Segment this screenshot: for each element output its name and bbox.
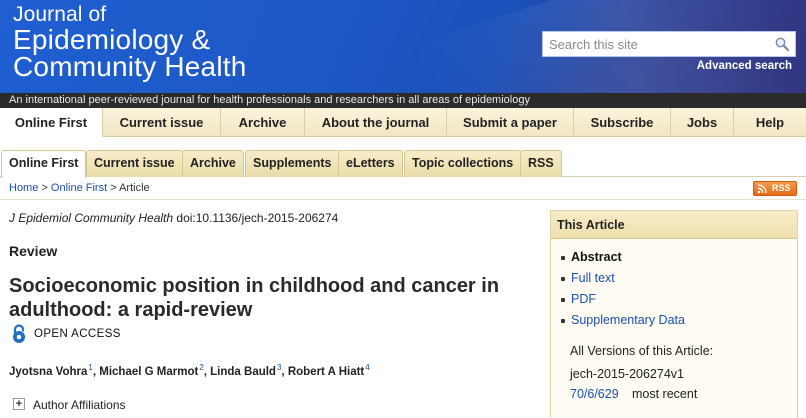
tab-supplements[interactable]: Supplements	[245, 150, 340, 177]
journal-abbreviation: J Epidemiol Community Health	[9, 211, 174, 225]
tab-current-issue[interactable]: Current issue	[86, 150, 183, 177]
version-note: most recent	[632, 387, 698, 401]
main-nav-current-issue[interactable]: Current issue	[103, 108, 221, 137]
main-nav-online-first[interactable]: Online First	[0, 108, 103, 137]
main-nav: Online First Current issue Archive About…	[0, 108, 806, 137]
tab-rss[interactable]: RSS	[520, 150, 562, 177]
content-divider	[0, 199, 806, 200]
advanced-search-link[interactable]: Advanced search	[697, 60, 792, 72]
article-link-abstract[interactable]: Abstract	[560, 247, 685, 268]
main-nav-jobs[interactable]: Jobs	[671, 108, 734, 137]
affiliation-marker[interactable]: 4	[365, 363, 369, 372]
author-name[interactable]: Linda Bauld	[210, 366, 276, 378]
sub-nav: Online First Current issue Archive Suppl…	[0, 137, 806, 178]
search-box	[542, 31, 796, 57]
version-link[interactable]: 70/6/629	[570, 387, 619, 401]
article-link-pdf[interactable]: PDF	[560, 289, 685, 310]
versions-label: All Versions of this Article:	[570, 344, 714, 358]
main-nav-submit-a-paper[interactable]: Submit a paper	[447, 108, 574, 137]
rss-badge-label: RSS	[772, 183, 791, 193]
article-link-label: PDF	[571, 292, 596, 306]
main-nav-help[interactable]: Help	[734, 108, 806, 137]
open-access-icon	[13, 324, 25, 343]
tab-archive[interactable]: Archive	[182, 150, 244, 177]
logo-line-3: Community Health	[13, 51, 247, 82]
search-input[interactable]	[543, 32, 773, 56]
open-access-label: OPEN ACCESS	[34, 328, 121, 340]
article-title: Socioeconomic position in childhood and …	[9, 275, 500, 321]
author-name[interactable]: Robert A Hiatt	[288, 366, 364, 378]
main-nav-about-the-journal[interactable]: About the journal	[305, 108, 447, 137]
breadcrumb-current: Article	[119, 182, 150, 194]
article-link-label: Abstract	[571, 250, 622, 264]
this-article-panel: This Article Abstract Full text PDF Supp…	[550, 210, 798, 418]
breadcrumb: Home > Online First > Article	[9, 182, 150, 194]
logo-line-1: Journal of	[13, 3, 107, 26]
breadcrumb-online-first[interactable]: Online First	[51, 182, 107, 194]
author-list: Jyotsna Vohra1, Michael G Marmot2, Linda…	[9, 363, 370, 378]
bullet-icon	[561, 277, 565, 281]
this-article-heading: This Article	[551, 211, 797, 239]
article-doi: doi:10.1136/jech-2015-206274	[173, 211, 339, 225]
rss-feed-button[interactable]: RSS	[753, 181, 797, 196]
breadcrumb-separator: >	[107, 182, 120, 194]
journal-logo[interactable]: Journal of Epidemiology & Community Heal…	[13, 3, 247, 82]
article-link-full-text[interactable]: Full text	[560, 268, 685, 289]
version-id: jech-2015-206274v1	[570, 367, 684, 381]
author-affiliations-label[interactable]: Author Affiliations	[33, 398, 126, 412]
article-link-supplementary-data[interactable]: Supplementary Data	[560, 310, 685, 331]
article-citation: J Epidemiol Community Health doi:10.1136…	[9, 211, 338, 225]
bullet-icon	[561, 298, 565, 302]
article-type: Review	[9, 243, 58, 259]
tab-online-first[interactable]: Online First	[1, 150, 87, 178]
article-link-label: Supplementary Data	[571, 313, 685, 327]
author-name[interactable]: Michael G Marmot	[99, 366, 198, 378]
main-nav-archive[interactable]: Archive	[221, 108, 305, 137]
tab-eletters[interactable]: eLetters	[338, 150, 403, 177]
breadcrumb-separator: >	[38, 182, 51, 194]
this-article-links: Abstract Full text PDF Supplementary Dat…	[560, 247, 685, 331]
expand-affiliations-toggle[interactable]: +	[13, 398, 25, 410]
main-nav-subscribe[interactable]: Subscribe	[574, 108, 671, 137]
tab-topic-collections[interactable]: Topic collections	[404, 150, 522, 177]
bullet-icon	[561, 319, 565, 323]
site-banner: Journal of Epidemiology & Community Heal…	[0, 0, 806, 93]
article-link-label: Full text	[571, 271, 615, 285]
breadcrumb-home[interactable]: Home	[9, 182, 38, 194]
search-icon[interactable]	[774, 36, 790, 52]
journal-tagline: An international peer-reviewed journal f…	[0, 93, 806, 108]
logo-line-2: Epidemiology &	[13, 24, 211, 55]
rss-icon	[757, 184, 767, 194]
author-name[interactable]: Jyotsna Vohra	[9, 366, 87, 378]
bullet-icon	[561, 256, 565, 260]
